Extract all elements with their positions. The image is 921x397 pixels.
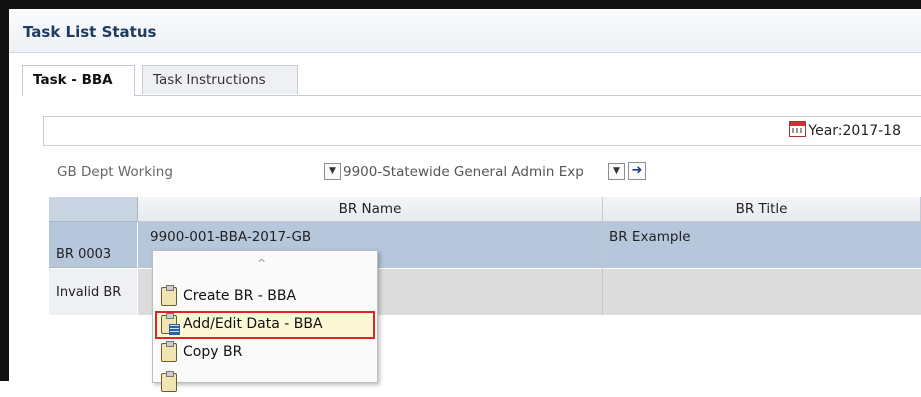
- menu-item-create-br[interactable]: Create BR - BBA: [155, 283, 375, 311]
- clipboard-icon: [161, 371, 177, 392]
- menu-item-label: Create BR - BBA: [183, 288, 297, 304]
- clipboard-check-icon: [161, 285, 177, 306]
- column-header-br-title[interactable]: BR Title: [603, 197, 921, 222]
- menu-item-label: Add/Edit Data - BBA: [183, 316, 323, 332]
- menu-item-copy-br[interactable]: Copy BR: [155, 339, 375, 367]
- tab-divider: [22, 95, 921, 96]
- menu-item-add-edit-data[interactable]: Add/Edit Data - BBA: [155, 311, 375, 339]
- entity-selector[interactable]: 9900-Statewide General Admin Exp ▼ ➜: [334, 160, 646, 184]
- row-header[interactable]: BR 0003: [49, 222, 137, 268]
- panel-title: Task List Status: [23, 23, 157, 41]
- br-name-cell[interactable]: 9900-001-BBA-2017-GB: [150, 229, 311, 245]
- grid-corner: [49, 197, 138, 222]
- scroll-up-icon[interactable]: ⌃: [255, 257, 268, 270]
- panel-header: Task List Status: [9, 9, 921, 53]
- context-menu: ⌃ Create BR - BBA Add/Edit Data - BBA Co…: [152, 250, 378, 392]
- year-label: Year:2017-18: [808, 123, 901, 139]
- row-header-label: Invalid BR: [56, 285, 122, 300]
- task-list-panel: Task List Status Task - BBA Task Instruc…: [0, 0, 921, 381]
- go-arrow-button[interactable]: ➜: [628, 162, 646, 180]
- br-title-cell[interactable]: BR Example: [609, 229, 691, 245]
- dept-selector[interactable]: GB Dept Working ▼: [49, 160, 341, 184]
- column-header-br-name[interactable]: BR Name: [138, 197, 603, 222]
- clipboard-grid-icon: [161, 313, 180, 335]
- entity-selector-value: 9900-Statewide General Admin Exp: [343, 164, 584, 180]
- menu-item-label: Copy BR: [183, 344, 243, 360]
- year-selector[interactable]: Year:2017-18: [789, 121, 901, 139]
- column-divider: [602, 222, 603, 315]
- tab-task-instructions[interactable]: Task Instructions: [142, 65, 298, 94]
- pov-bar: Year:2017-18: [43, 116, 921, 146]
- tab-task-bba[interactable]: Task - BBA: [22, 65, 135, 96]
- entity-dropdown-button[interactable]: ▼: [608, 163, 625, 180]
- dept-selector-value: GB Dept Working: [57, 164, 173, 180]
- calendar-icon: [789, 121, 807, 137]
- row-header-label: BR 0003: [56, 247, 112, 262]
- menu-item-partial[interactable]: [155, 369, 375, 397]
- clipboard-check-icon: [161, 341, 177, 362]
- row-header[interactable]: Invalid BR: [49, 269, 137, 315]
